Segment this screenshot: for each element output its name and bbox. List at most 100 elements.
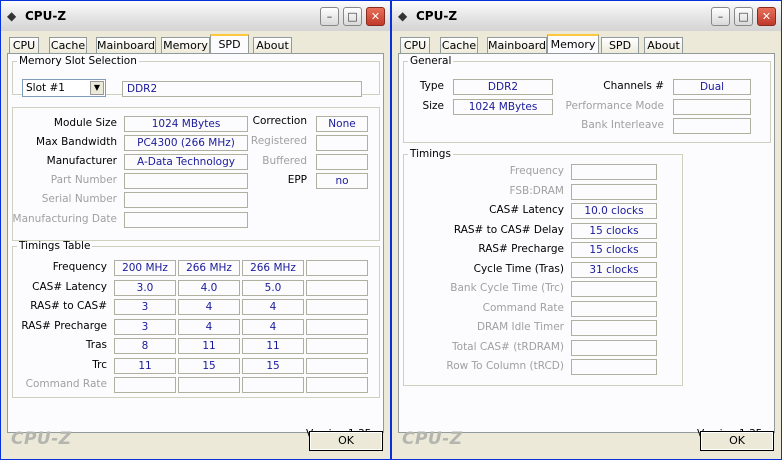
tab-cache[interactable]: Cache (440, 37, 478, 54)
slot-select-value: Slot #1 (26, 82, 65, 94)
maximize-icon: □ (738, 10, 749, 23)
type-label: Type (419, 80, 444, 92)
timing-cell: 15 (242, 357, 304, 374)
minimize-icon: – (717, 10, 724, 23)
registered-label: Registered (250, 135, 307, 147)
timing-label: DRAM Idle Timer (476, 321, 564, 333)
timing-cell: 4 (242, 318, 304, 335)
timing-cell (306, 260, 368, 276)
channels-label: Channels # (603, 80, 664, 92)
timing-cell: 3.0 (114, 279, 176, 296)
timing-cell: 8 (114, 338, 176, 354)
tab-spd[interactable]: SPD (210, 34, 249, 55)
tab-cpu[interactable]: CPU (400, 37, 430, 54)
timing-value (571, 359, 657, 375)
maximize-button[interactable]: □ (734, 7, 753, 26)
timing-label: Bank Cycle Time (Trc) (450, 282, 564, 294)
title-bar[interactable]: ◆ CPU-Z – □ ✕ (1, 1, 390, 31)
serial-number-label: Serial Number (41, 193, 117, 205)
timing-row-label: Trc (92, 358, 107, 371)
module-type-value: DDR2 (122, 81, 362, 97)
registered-value (316, 135, 368, 151)
timing-cell: 200 MHz (114, 260, 176, 276)
timing-cell: 4 (242, 299, 304, 315)
group-legend: General (410, 55, 452, 67)
minimize-icon: – (326, 10, 333, 23)
correction-value: None (316, 116, 368, 132)
tab-about[interactable]: About (644, 37, 683, 54)
serial-number-value (124, 192, 248, 208)
group-legend: Timings Table (19, 240, 91, 252)
group-legend: Memory Slot Selection (19, 55, 137, 67)
timing-cell (114, 377, 176, 393)
timing-cell (306, 338, 368, 354)
timing-cell: 4 (178, 318, 240, 335)
timing-cell (306, 357, 368, 374)
cpu-z-app-icon[interactable]: ◆ (7, 9, 16, 23)
close-button[interactable]: ✕ (757, 7, 776, 26)
timing-value (571, 183, 657, 200)
timing-label: Total CAS# (tRDRAM) (452, 340, 564, 353)
maximize-button[interactable]: □ (343, 7, 362, 26)
size-label: Size (422, 100, 444, 112)
timing-row-label: Frequency (52, 261, 107, 273)
timing-cell (306, 318, 368, 335)
window-client: CPU Cache Mainboard Memory SPD About Gen… (394, 31, 779, 457)
timing-label: Command Rate (482, 301, 564, 314)
timing-cell (306, 299, 368, 315)
tab-memory[interactable]: Memory (161, 37, 210, 54)
timing-value (571, 164, 657, 180)
window-client: CPU Cache Mainboard Memory SPD About Mem… (3, 31, 388, 457)
timing-cell (306, 279, 368, 296)
manufacturer-value: A-Data Technology (124, 154, 248, 170)
close-icon: ✕ (370, 10, 381, 23)
epp-label: EPP (287, 174, 307, 186)
ok-button[interactable]: OK (309, 431, 383, 451)
tab-cache[interactable]: Cache (49, 37, 87, 54)
channels-value: Dual (673, 79, 751, 95)
timing-label: Cycle Time (Tras) (473, 262, 564, 275)
timing-row-label: RAS# Precharge (21, 319, 107, 332)
slot-select[interactable]: Slot #1 ▼ (22, 79, 106, 97)
cpu-z-app-icon[interactable]: ◆ (398, 9, 407, 23)
bank-interleave-label: Bank Interleave (581, 119, 664, 131)
timing-cell (242, 377, 304, 393)
timing-label: FSB:DRAM (509, 184, 564, 197)
close-button[interactable]: ✕ (366, 7, 385, 26)
window-title: CPU-Z (416, 9, 458, 23)
timing-cell: 266 MHz (242, 260, 304, 276)
timing-cell: 3 (114, 299, 176, 315)
timing-row-label: Tras (85, 339, 107, 351)
part-number-label: Part Number (50, 174, 117, 186)
cpu-z-logo: CPU-Z (11, 429, 72, 449)
max-bandwidth-value: PC4300 (266 MHz) (124, 135, 248, 151)
performance-mode-value (673, 99, 751, 115)
tab-about[interactable]: About (253, 37, 292, 54)
timing-label: CAS# Latency (489, 204, 564, 216)
tab-mainboard[interactable]: Mainboard (487, 37, 547, 54)
ok-button[interactable]: OK (700, 431, 774, 451)
timing-cell: 5.0 (242, 279, 304, 296)
memory-panel: General Type DDR2 Size 1024 MBytes Chann… (398, 53, 775, 440)
module-size-label: Module Size (53, 117, 117, 129)
tab-mainboard[interactable]: Mainboard (96, 37, 156, 54)
title-bar[interactable]: ◆ CPU-Z – □ ✕ (392, 1, 781, 31)
minimize-button[interactable]: – (711, 7, 730, 26)
chevron-down-icon[interactable]: ▼ (90, 81, 104, 95)
timing-value (571, 339, 657, 356)
buffered-value (316, 154, 368, 170)
timing-cell: 11 (178, 338, 240, 354)
close-icon: ✕ (761, 10, 772, 23)
maximize-icon: □ (347, 10, 358, 23)
tab-cpu[interactable]: CPU (9, 37, 39, 54)
tab-memory[interactable]: Memory (547, 34, 599, 55)
manufacturer-label: Manufacturer (46, 155, 117, 167)
cpuz-window-memory: ◆ CPU-Z – □ ✕ CPU Cache Mainboard Memory… (391, 0, 782, 460)
timing-cell: 15 (178, 357, 240, 374)
minimize-button[interactable]: – (320, 7, 339, 26)
tab-spd[interactable]: SPD (601, 37, 639, 54)
timing-value: 15 clocks (571, 242, 657, 258)
timing-label: RAS# Precharge (478, 243, 564, 255)
timing-cell: 3 (114, 318, 176, 335)
cpuz-window-spd: ◆ CPU-Z – □ ✕ CPU Cache Mainboard Memory… (0, 0, 391, 460)
